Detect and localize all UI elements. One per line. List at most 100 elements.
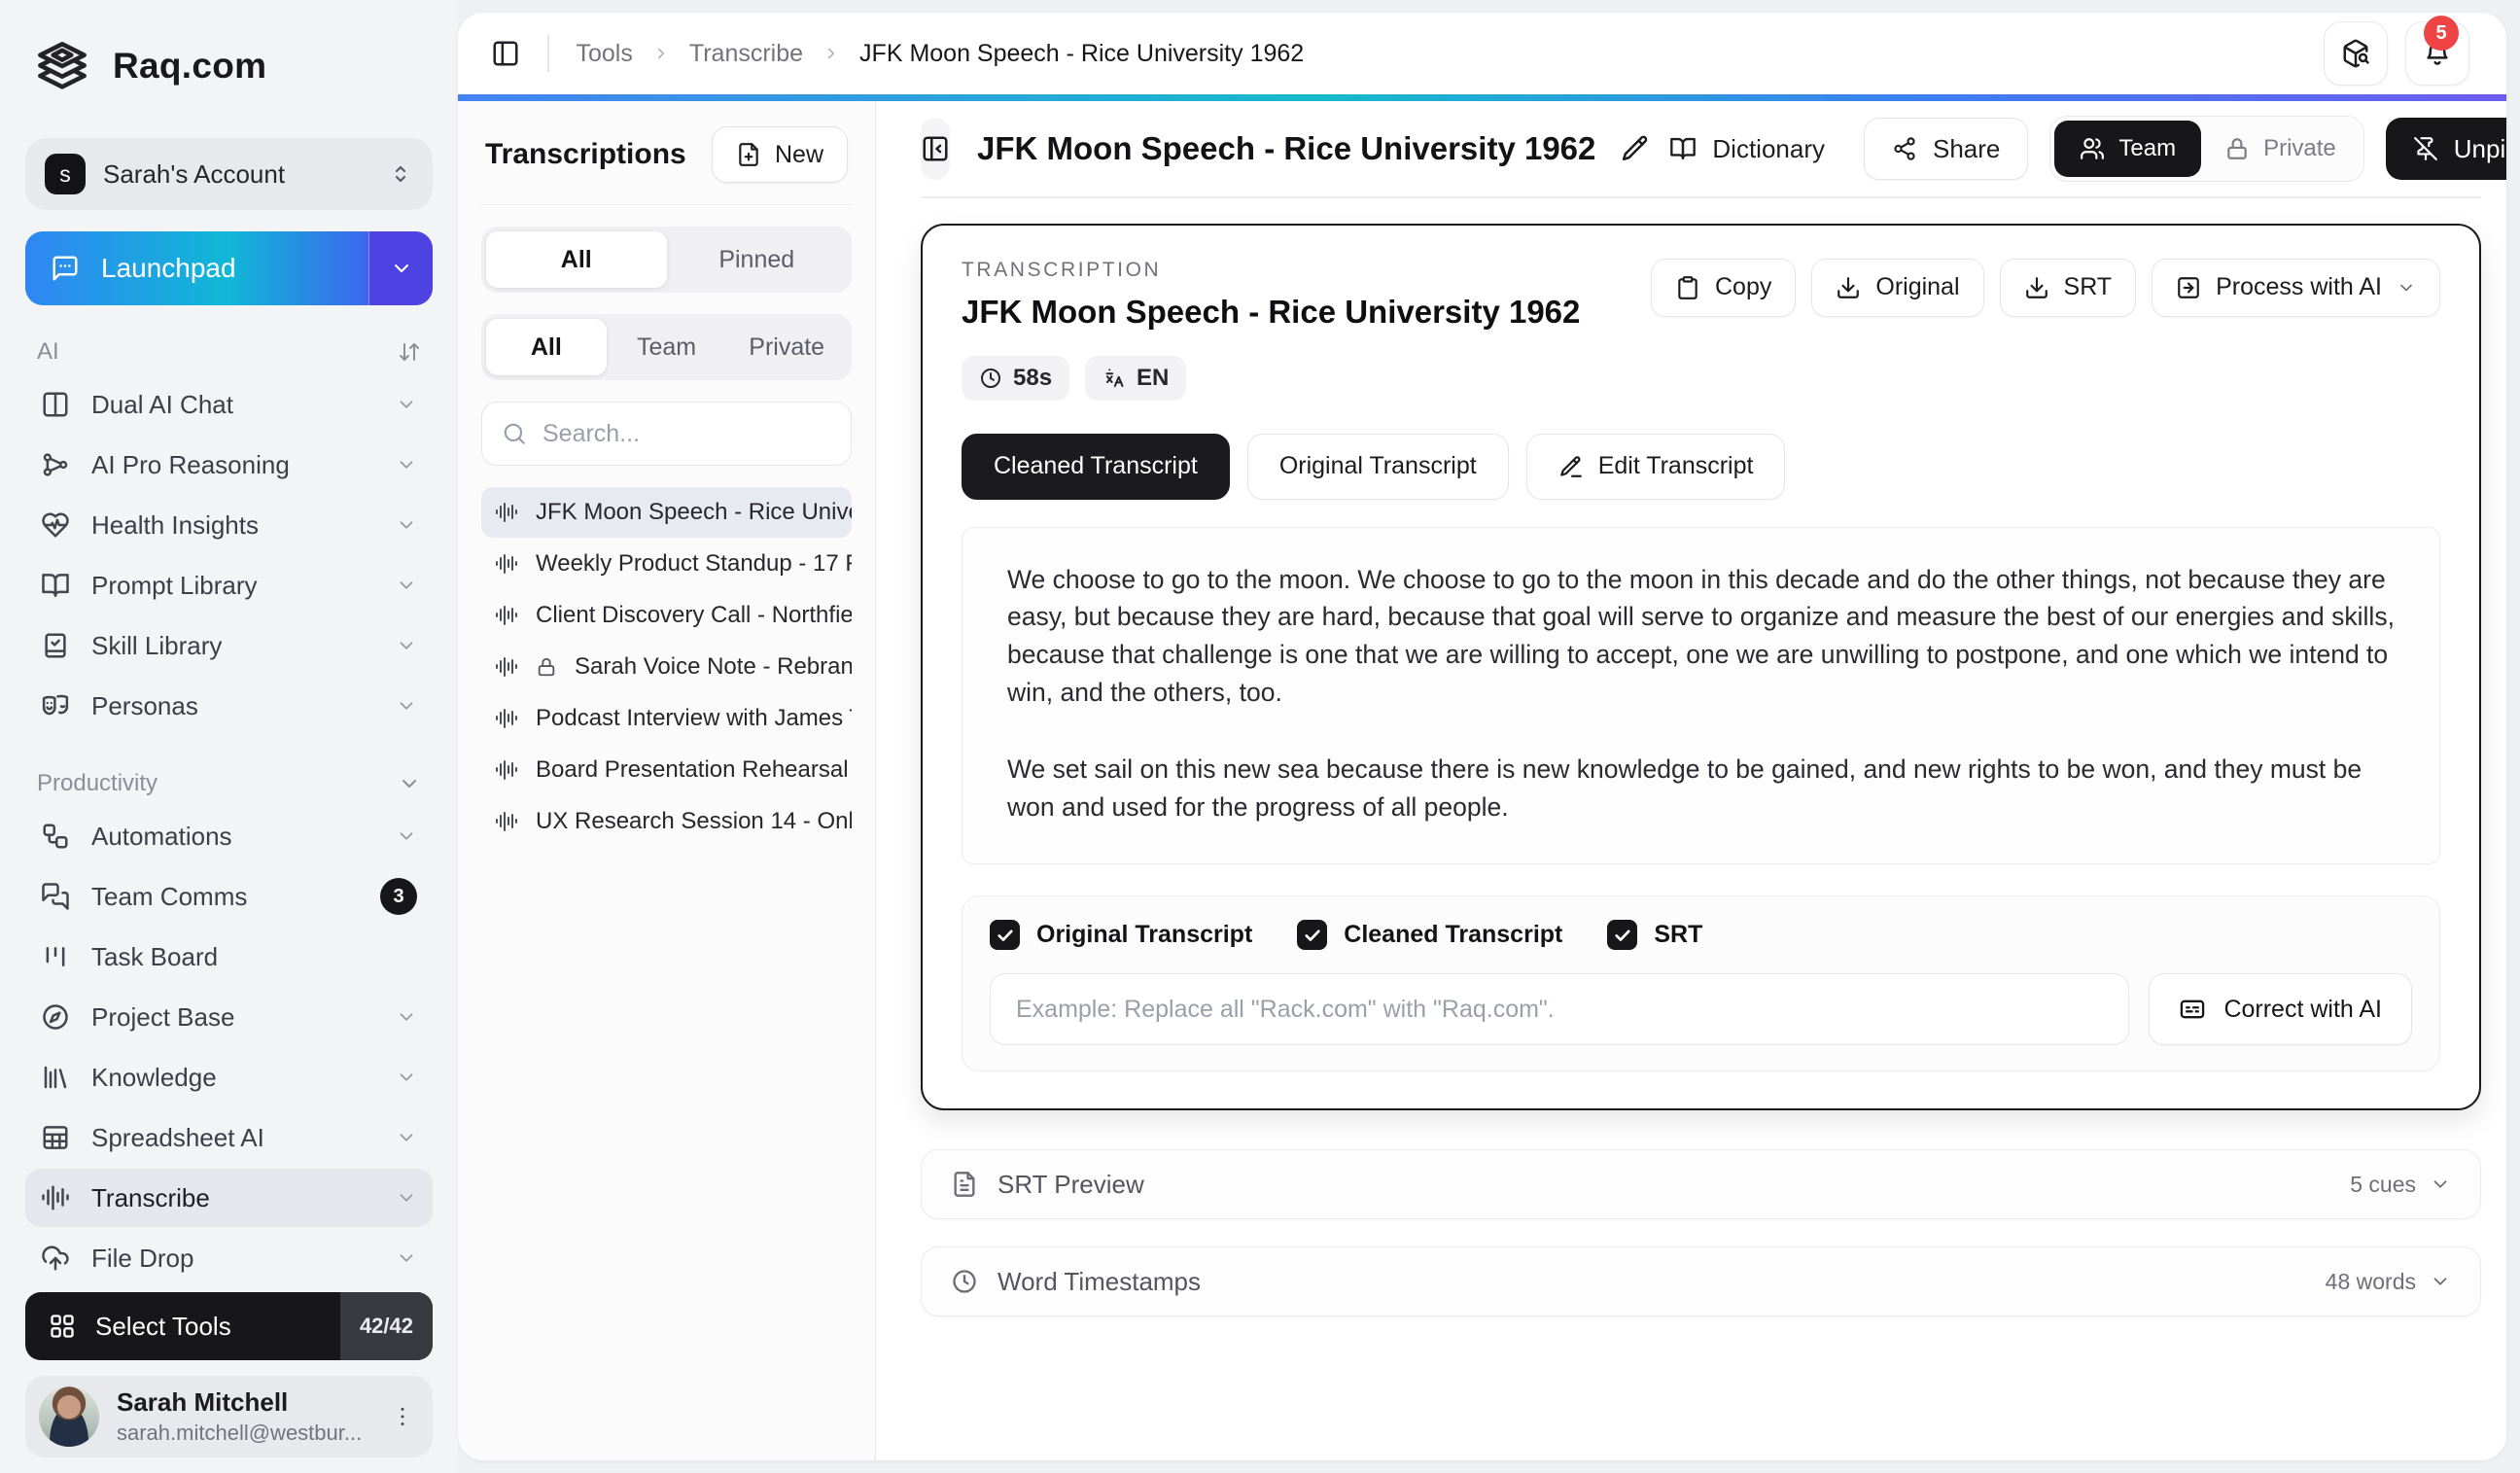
scope-tab[interactable]: All <box>486 319 607 375</box>
chevron-down-icon[interactable] <box>398 772 421 795</box>
share-button[interactable]: Share <box>1864 118 2028 180</box>
sidebar-item[interactable]: Spreadsheet AI <box>25 1108 433 1167</box>
user-email: sarah.mitchell@westbur... <box>117 1420 372 1446</box>
sort-icon[interactable] <box>398 340 421 364</box>
filter-tab[interactable]: Pinned <box>667 231 848 288</box>
list-item[interactable]: Podcast Interview with James Th... <box>481 693 852 744</box>
panel-left-close-icon <box>921 134 950 163</box>
sidebar-item[interactable]: Health Insights <box>25 496 433 554</box>
breadcrumb-transcribe[interactable]: Transcribe <box>689 40 803 68</box>
sidebar-item[interactable]: File Drop <box>25 1229 433 1287</box>
duration-value: 58s <box>1013 365 1052 392</box>
download-srt-button[interactable]: SRT <box>2000 259 2137 317</box>
breadcrumb-current: JFK Moon Speech - Rice University 1962 <box>859 40 1304 68</box>
list-item[interactable]: Client Discovery Call - Northfield ... <box>481 590 852 641</box>
export-option-label: Original Transcript <box>1036 921 1252 949</box>
copy-button[interactable]: Copy <box>1651 259 1796 317</box>
process-with-ai-button[interactable]: Process with AI <box>2152 259 2440 317</box>
list-item[interactable]: Sarah Voice Note - Rebrand T... <box>481 642 852 692</box>
private-visibility-button[interactable]: Private <box>2201 135 2360 162</box>
launchpad-expand-button[interactable] <box>368 231 433 305</box>
panel-meta: 5 cues <box>2350 1172 2451 1198</box>
chevron-down-icon <box>396 1247 417 1269</box>
transcript-tab[interactable]: Original Transcript <box>1247 434 1509 500</box>
team-visibility-button[interactable]: Team <box>2054 121 2201 177</box>
sidebar-item-icon <box>41 631 70 660</box>
sidebar-item-label: Personas <box>91 691 374 721</box>
document-title: JFK Moon Speech - Rice University 1962 <box>977 130 1595 167</box>
card-eyebrow: TRANSCRIPTION <box>962 259 1580 282</box>
chevron-down-icon <box>396 514 417 536</box>
list-item[interactable]: Weekly Product Standup - 17 Feb <box>481 539 852 589</box>
sidebar-item-label: Project Base <box>91 1002 374 1033</box>
pencil-icon[interactable] <box>1621 134 1650 163</box>
chevron-right-icon <box>652 45 670 62</box>
export-option-checkbox[interactable]: Original Transcript <box>990 920 1252 950</box>
collapsible-panels: SRT Preview 5 cues Word Timestamps 48 wo <box>921 1149 2481 1316</box>
waveform-icon <box>495 707 518 730</box>
checkbox-checked[interactable] <box>1297 920 1327 950</box>
sidebar-item-label: Skill Library <box>91 631 374 661</box>
export-option-checkbox[interactable]: Cleaned Transcript <box>1297 920 1562 950</box>
sidebar-section-ai: AI <box>37 338 421 366</box>
book-open-icon <box>1669 135 1697 162</box>
app-panel: Tools Transcribe JFK Moon Speech - Rice … <box>458 13 2506 1460</box>
sidebar-item[interactable]: Skill Library <box>25 616 433 675</box>
collapsible-panel[interactable]: Word Timestamps 48 words <box>921 1246 2481 1316</box>
lock-icon <box>536 656 557 678</box>
filter-tab[interactable]: All <box>486 231 667 288</box>
download-icon <box>1836 275 1861 300</box>
sidebar-item[interactable]: Task Board <box>25 928 433 986</box>
correction-input[interactable] <box>990 973 2129 1045</box>
transcriptions-panel: Transcriptions New All Pinned <box>458 101 876 1460</box>
new-transcription-button[interactable]: New <box>712 126 848 183</box>
card-title: JFK Moon Speech - Rice University 1962 <box>962 294 1580 331</box>
notifications-button[interactable]: 5 <box>2405 21 2469 86</box>
package-search-button[interactable] <box>2324 21 2388 86</box>
list-item[interactable]: UX Research Session 14 - Onboar... <box>481 796 852 847</box>
transcript-tab[interactable]: Cleaned Transcript <box>962 434 1230 500</box>
sidebar-item[interactable]: Personas <box>25 677 433 735</box>
sidebar-item[interactable]: Team Comms 3 <box>25 867 433 926</box>
dictionary-button[interactable]: Dictionary <box>1650 118 1844 180</box>
sidebar: Raq.com s Sarah's Account Launchpad AI D… <box>0 0 458 1473</box>
select-tools-button[interactable]: Select Tools 42/42 <box>25 1292 433 1360</box>
transcript-tab[interactable]: Edit Transcript <box>1526 434 1786 500</box>
export-option-checkbox[interactable]: SRT <box>1607 920 1702 950</box>
download-original-button[interactable]: Original <box>1811 259 1983 317</box>
collapsible-panel[interactable]: SRT Preview 5 cues <box>921 1149 2481 1219</box>
list-item-label: UX Research Session 14 - Onboar... <box>536 808 852 835</box>
scope-tab[interactable]: Team <box>607 319 727 375</box>
chevron-down-icon <box>396 575 417 596</box>
scope-tab[interactable]: Private <box>726 319 847 375</box>
sidebar-item[interactable]: Project Base <box>25 988 433 1046</box>
breadcrumb-tools[interactable]: Tools <box>577 40 633 68</box>
user-card[interactable]: Sarah Mitchell sarah.mitchell@westbur... <box>25 1376 433 1457</box>
sidebar-nav-productivity: Automations Team Comms 3 Task Board Pro <box>25 807 433 1289</box>
sidebar-item[interactable]: Transcribe <box>25 1169 433 1227</box>
search-input[interactable] <box>542 420 856 448</box>
panel-left-icon[interactable] <box>491 39 520 68</box>
correct-with-ai-button[interactable]: Correct with AI <box>2149 973 2412 1045</box>
collapse-panel-button[interactable] <box>921 118 950 180</box>
checkbox-checked[interactable] <box>990 920 1020 950</box>
ellipsis-vertical-icon[interactable] <box>390 1404 415 1429</box>
list-item[interactable]: Board Presentation Rehearsal <box>481 745 852 795</box>
select-tools-label: Select Tools <box>95 1312 231 1342</box>
sidebar-item[interactable]: Knowledge <box>25 1048 433 1106</box>
launchpad-main[interactable]: Launchpad <box>25 231 368 305</box>
sidebar-section-productivity: Productivity <box>37 770 421 797</box>
launchpad-button[interactable]: Launchpad <box>25 231 433 305</box>
list-item[interactable]: JFK Moon Speech - Rice Universi... <box>481 487 852 538</box>
sidebar-item[interactable]: Automations <box>25 807 433 865</box>
account-switcher[interactable]: s Sarah's Account <box>25 138 433 210</box>
sidebar-item[interactable]: Prompt Library <box>25 556 433 614</box>
sidebar-item[interactable]: AI Pro Reasoning <box>25 436 433 494</box>
transcript-paragraph: We choose to go to the moon. We choose t… <box>1007 561 2395 713</box>
unpin-button[interactable]: Unpin <box>2386 118 2506 180</box>
header-divider <box>921 196 2481 198</box>
check-icon <box>1303 926 1322 945</box>
checkbox-checked[interactable] <box>1607 920 1637 950</box>
square-arrow-right-icon <box>2176 275 2201 300</box>
sidebar-item[interactable]: Dual AI Chat <box>25 375 433 434</box>
